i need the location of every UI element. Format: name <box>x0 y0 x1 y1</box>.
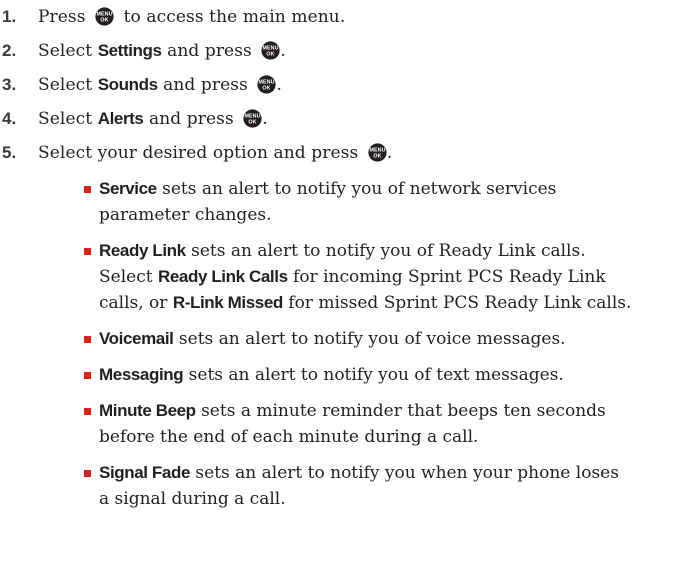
bullet-text: Ready Link sets an alert to notify you o… <box>99 238 679 316</box>
step-text: Select Alerts and press MENU OK . <box>38 109 268 130</box>
bullet-text: Voicemail sets an alert to notify you of… <box>99 326 679 352</box>
bullet-line: calls, or R-Link Missed for missed Sprin… <box>99 290 679 316</box>
menu-term-alerts: Alerts <box>97 108 144 128</box>
menu-ok-key-icon: MENU OK <box>368 142 387 162</box>
bullet-text: Signal Fade sets an alert to notify you … <box>99 460 679 512</box>
bullet-line-text: sets an alert to notify you of text mess… <box>183 365 564 385</box>
step-text-before: Press <box>38 6 86 27</box>
bullet-line-text: sets an alert to notify you of Ready Lin… <box>185 241 586 261</box>
step-text-after: and press <box>163 74 248 95</box>
bullet-line: Minute Beep sets a minute reminder that … <box>99 398 679 424</box>
bullet-line-text: sets an alert to notify you of voice mes… <box>173 329 566 349</box>
step-number: 4. <box>2 109 17 128</box>
bullet-line: before the end of each minute during a c… <box>99 427 479 447</box>
step-number: 5. <box>2 143 17 162</box>
svg-text:OK: OK <box>373 153 381 159</box>
bullet-item-minute-beep: Minute Beep sets a minute reminder that … <box>84 398 674 450</box>
option-term-ready-link-calls: Ready Link Calls <box>157 267 288 286</box>
step-4: 4. Select Alerts and press MENU OK . <box>0 102 268 136</box>
step-text: Press MENU OK to access the main menu. <box>38 7 345 28</box>
bullet-text: Minute Beep sets a minute reminder that … <box>99 398 679 450</box>
bullet-text: Service sets an alert to notify you of n… <box>99 176 679 228</box>
step-text: Select Sounds and press MENU OK . <box>38 75 282 96</box>
step-text-before: Select your desired option and press <box>38 142 359 163</box>
option-term-messaging: Messaging <box>99 365 184 384</box>
period: . <box>280 40 286 61</box>
svg-text:OK: OK <box>267 51 275 57</box>
bullet-marker <box>84 470 91 477</box>
bullet-marker <box>84 336 91 343</box>
step-text-before: Select <box>38 40 93 61</box>
step-number: 3. <box>2 75 17 94</box>
svg-text:OK: OK <box>249 119 257 125</box>
menu-term-settings: Settings <box>97 40 162 60</box>
bullet-line: Signal Fade sets an alert to notify you … <box>99 460 679 486</box>
option-term-signal-fade: Signal Fade <box>99 463 191 482</box>
svg-text:OK: OK <box>101 17 109 23</box>
bullet-text: Messaging sets an alert to notify you of… <box>99 362 679 388</box>
step-text-after: and press <box>149 108 234 129</box>
svg-text:OK: OK <box>263 85 271 91</box>
step-3: 3. Select Sounds and press MENU OK . <box>0 68 282 102</box>
bullet-item-messaging: Messaging sets an alert to notify you of… <box>84 362 674 388</box>
option-term-minute-beep: Minute Beep <box>99 401 196 420</box>
step-text-after: and press <box>167 40 252 61</box>
menu-ok-key-icon: MENU OK <box>261 40 281 60</box>
period: . <box>262 108 268 129</box>
bullet-line: Ready Link sets an alert to notify you o… <box>99 238 679 264</box>
step-number: 1. <box>2 7 17 26</box>
step-text-after: to access the main menu. <box>123 6 346 27</box>
period: . <box>386 142 393 163</box>
bullet-marker <box>84 408 91 415</box>
bullet-line: Service sets an alert to notify you of n… <box>99 176 679 202</box>
bullet-line-text: calls, or <box>99 293 173 313</box>
step-text-before: Select <box>38 108 93 129</box>
menu-ok-key-icon: MENU OK <box>95 6 114 26</box>
bullet-line-text: Select <box>99 267 158 287</box>
bullet-item-voicemail: Voicemail sets an alert to notify you of… <box>84 326 674 352</box>
bullet-marker <box>84 186 91 193</box>
option-term-ready-link: Ready Link <box>99 241 186 260</box>
bullet-marker <box>84 248 91 255</box>
bullet-line-text: sets a minute reminder that beeps ten se… <box>195 401 606 421</box>
bullet-line: Voicemail sets an alert to notify you of… <box>99 326 679 352</box>
step-5: 5. Select your desired option and press … <box>0 136 392 170</box>
bullet-item-service: Service sets an alert to notify you of n… <box>84 176 674 228</box>
step-number: 2. <box>2 41 17 60</box>
bullet-line: a signal during a call. <box>99 489 286 509</box>
menu-ok-key-icon: MENU OK <box>243 108 262 128</box>
menu-ok-key-icon: MENU OK <box>257 74 277 94</box>
option-term-r-link-missed: R-Link Missed <box>172 293 283 312</box>
menu-term-sounds: Sounds <box>97 74 158 94</box>
step-text-before: Select <box>38 74 93 95</box>
bullet-line-text: sets an alert to notify you of network s… <box>156 179 557 199</box>
bullet-marker <box>84 372 91 379</box>
step-text: Select Settings and press MENU OK . <box>38 41 286 62</box>
step-text: Select your desired option and press MEN… <box>38 143 392 164</box>
bullet-line-text: for incoming Sprint PCS Ready Link <box>287 267 606 287</box>
period: . <box>276 74 282 95</box>
option-term-voicemail: Voicemail <box>99 329 174 348</box>
bullet-item-ready-link: Ready Link sets an alert to notify you o… <box>84 238 674 316</box>
instruction-page: 1. Press MENU OK to access the main menu… <box>0 0 682 572</box>
step-1: 1. Press MENU OK to access the main menu… <box>0 0 345 34</box>
step-2: 2. Select Settings and press MENU OK . <box>0 34 286 68</box>
bullet-item-signal-fade: Signal Fade sets an alert to notify you … <box>84 460 674 512</box>
bullet-line: Select Ready Link Calls for incoming Spr… <box>99 264 679 290</box>
bullet-line: Messaging sets an alert to notify you of… <box>99 362 679 388</box>
bullet-line-text: for missed Sprint PCS Ready Link calls. <box>282 293 632 313</box>
bullet-line: parameter changes. <box>99 205 272 225</box>
bullet-line-text: sets an alert to notify you when your ph… <box>190 463 619 483</box>
option-term-service: Service <box>99 179 157 198</box>
